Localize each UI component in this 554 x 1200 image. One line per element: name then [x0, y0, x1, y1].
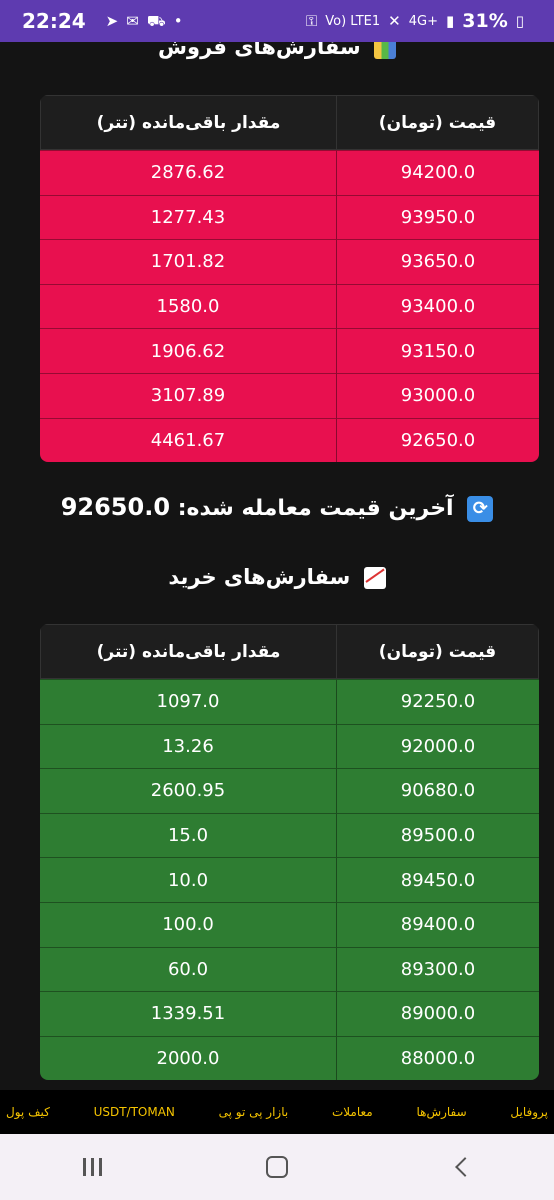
table-row: 92250.0 1097.0 [40, 679, 539, 724]
price-cell: 93950.0 [336, 194, 539, 240]
price-cell: 92000.0 [336, 723, 539, 769]
price-cell: 88000.0 [336, 1035, 539, 1081]
buy-section-title: سفارش‌های خرید [0, 560, 554, 594]
price-cell: 89300.0 [336, 946, 539, 992]
table-row: 93650.0 1701.82 [40, 239, 539, 284]
telegram-icon: ➤ [105, 11, 119, 30]
main-content[interactable]: سفارش‌های فروش قیمت (تومان) مقدار باقی‌م… [0, 42, 554, 1090]
amount-header: مقدار باقی‌مانده (تتر) [40, 95, 336, 150]
table-row: 93150.0 1906.62 [40, 328, 539, 373]
table-row: 89000.0 1339.51 [40, 991, 539, 1036]
price-cell: 93000.0 [336, 372, 539, 418]
last-trade-value: 92650.0 [60, 493, 171, 521]
refresh-icon: ⟳ [467, 496, 494, 522]
sell-title-text: سفارش‌های فروش [158, 42, 361, 59]
bar-chart-icon [373, 42, 396, 59]
price-cell: 94200.0 [336, 150, 539, 195]
table-row: 93950.0 1277.43 [40, 194, 539, 240]
amount-header: مقدار باقی‌مانده (تتر) [40, 624, 336, 679]
network-label: Vo) LTE1 [325, 13, 381, 29]
table-row: 90680.0 2600.95 [40, 768, 539, 813]
nav-wallet[interactable]: کیف پول [6, 1105, 50, 1119]
table-row: 94200.0 2876.62 [40, 150, 539, 195]
nav-trades[interactable]: معاملات [332, 1105, 373, 1119]
mail-icon: ✉ [126, 11, 139, 30]
last-trade-price: ⟳ آخرین قیمت معامله شده: 92650.0 [0, 489, 554, 525]
table-row: 93400.0 1580.0 [40, 283, 539, 329]
battery-level: 31% [462, 10, 508, 32]
price-header: قیمت (تومان) [336, 95, 539, 150]
price-cell: 89000.0 [336, 991, 539, 1036]
mute-icon: ✕ [388, 11, 401, 30]
price-cell: 93150.0 [336, 328, 539, 373]
nav-orders[interactable]: سفارش‌ها [416, 1105, 466, 1119]
amount-cell: 1906.62 [40, 328, 336, 373]
table-row: 89300.0 60.0 [40, 946, 539, 992]
nav-usdt-toman[interactable]: USDT/TOMAN [94, 1105, 175, 1119]
bottom-nav: کیف پول USDT/TOMAN بازار پی تو پی معاملا… [0, 1090, 554, 1134]
clock: 22:24 [22, 9, 86, 33]
table-header-row: قیمت (تومان) مقدار باقی‌مانده (تتر) [40, 624, 539, 679]
amount-cell: 15.0 [40, 812, 336, 858]
price-cell: 89450.0 [336, 857, 539, 902]
table-header-row: قیمت (تومان) مقدار باقی‌مانده (تتر) [40, 95, 539, 150]
table-row: 92650.0 4461.67 [40, 417, 539, 463]
amount-cell: 10.0 [40, 857, 336, 902]
amount-cell: 1701.82 [40, 239, 336, 284]
amount-cell: 1339.51 [40, 991, 336, 1036]
price-cell: 93650.0 [336, 239, 539, 284]
signal-bars-icon: ▮ [445, 11, 455, 30]
amount-cell: 3107.89 [40, 372, 336, 418]
table-row: 88000.0 2000.0 [40, 1035, 539, 1081]
price-cell: 90680.0 [336, 768, 539, 813]
amount-cell: 1277.43 [40, 194, 336, 240]
home-icon [265, 1156, 288, 1178]
trend-chart-icon [363, 567, 386, 589]
price-cell: 93400.0 [336, 283, 539, 329]
amount-cell: 100.0 [40, 901, 336, 947]
back-icon [454, 1157, 475, 1177]
nav-profile[interactable]: پروفایل [510, 1105, 548, 1119]
back-button[interactable] [432, 1147, 492, 1187]
price-cell: 92650.0 [336, 417, 539, 463]
last-trade-label: آخرین قیمت معامله شده: [177, 496, 454, 521]
price-cell: 89400.0 [336, 901, 539, 947]
amount-cell: 1580.0 [40, 283, 336, 329]
android-nav-bar [0, 1134, 554, 1200]
table-row: 93000.0 3107.89 [40, 372, 539, 418]
table-row: 89450.0 10.0 [40, 857, 539, 902]
table-row: 92000.0 13.26 [40, 723, 539, 769]
price-cell: 89500.0 [336, 812, 539, 858]
home-button[interactable] [247, 1147, 307, 1187]
buy-title-text: سفارش‌های خرید [168, 565, 351, 589]
price-cell: 92250.0 [336, 679, 539, 724]
nav-p2p-market[interactable]: بازار پی تو پی [219, 1105, 289, 1119]
amount-cell: 13.26 [40, 723, 336, 769]
amount-cell: 2876.62 [40, 150, 336, 195]
recents-icon [82, 1158, 102, 1176]
key-icon: ⚿ [305, 11, 318, 30]
amount-cell: 1097.0 [40, 679, 336, 724]
amount-cell: 4461.67 [40, 417, 336, 463]
recents-button[interactable] [62, 1147, 122, 1187]
buy-orders-table: قیمت (تومان) مقدار باقی‌مانده (تتر) 9225… [40, 624, 539, 1081]
price-header: قیمت (تومان) [336, 624, 539, 679]
sell-section-title: سفارش‌های فروش [0, 42, 554, 62]
status-bar: 22:24 ➤ ✉ ⛟ • ⚿ Vo) LTE1 ✕ 4G+ ▮ 31% ▯ [0, 0, 554, 42]
car-icon: ⛟ [146, 11, 166, 30]
table-row: 89400.0 100.0 [40, 901, 539, 947]
amount-cell: 2000.0 [40, 1035, 336, 1081]
amount-cell: 2600.95 [40, 768, 336, 813]
amount-cell: 60.0 [40, 946, 336, 992]
dot-icon: • [173, 11, 183, 30]
sell-orders-table: قیمت (تومان) مقدار باقی‌مانده (تتر) 9420… [40, 95, 539, 463]
battery-icon: ▯ [515, 11, 524, 30]
table-row: 89500.0 15.0 [40, 812, 539, 858]
signal-label: 4G+ [408, 13, 438, 29]
